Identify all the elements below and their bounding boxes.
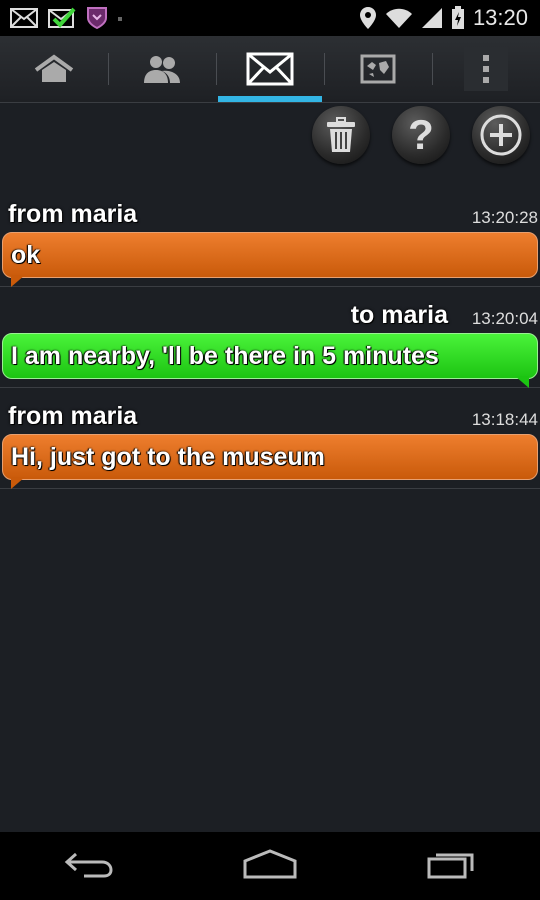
shield-icon [87,7,107,30]
overflow-menu-button[interactable] [464,47,508,91]
home-nav-icon [243,848,297,878]
message-time: 13:18:44 [471,410,538,429]
bubble-tail [515,376,529,388]
message-bubble-incoming[interactable]: ok [2,232,538,287]
svg-text:?: ? [408,115,434,155]
bubble-tail [11,477,25,489]
add-button[interactable] [472,106,530,164]
wifi-icon [385,8,412,28]
battery-icon [451,6,464,29]
tab-map[interactable] [324,36,432,102]
tab-home[interactable] [0,36,108,102]
message-text: ok [11,240,41,269]
navigation-bar [0,832,540,900]
message-text: Hi, just got to the museum [11,442,325,471]
message-bubble-outgoing[interactable]: I am nearby, 'll be there in 5 minutes [2,333,538,388]
map-icon [360,54,396,84]
tab-bar [0,36,540,103]
message-time: 13:20:28 [471,208,538,227]
status-bar: 13:20 [0,0,540,36]
message-text: I am nearby, 'll be there in 5 minutes [11,341,439,370]
help-icon: ? [408,115,434,155]
help-button[interactable]: ? [392,106,450,164]
mail-icon [10,8,38,28]
home-nav-button[interactable] [242,848,298,884]
message-bubble-incoming[interactable]: Hi, just got to the museum [2,434,538,489]
action-bar: ? [312,106,540,170]
message-item[interactable]: to maria 13:20:04 I am nearby, 'll be th… [0,293,540,388]
contacts-icon [144,56,180,83]
tab-messages[interactable] [216,36,324,102]
message-item[interactable]: from maria 13:18:44 Hi, just got to the … [0,394,540,489]
bubble-tail [11,275,25,287]
overflow-menu-icon [483,55,489,83]
message-sender: from maria [8,402,138,430]
recents-icon [427,853,474,878]
trash-icon [327,117,355,152]
back-icon [64,852,113,877]
message-list: from maria 13:20:28 ok to maria 13:20:04… [0,192,540,495]
recents-button[interactable] [426,849,476,884]
location-icon [359,7,376,29]
message-time: 13:20:04 [471,309,538,328]
signal-icon [421,8,442,28]
message-recipient: to maria [350,301,448,329]
tab-menu[interactable] [432,36,540,102]
home-icon [34,54,74,82]
back-button[interactable] [64,850,114,883]
status-time: 13:20 [472,5,528,30]
message-item[interactable]: from maria 13:20:28 ok [0,192,540,287]
add-icon [480,114,522,156]
mail-check-icon [48,7,76,28]
envelope-icon [246,52,294,86]
message-sender: from maria [8,200,138,228]
notification-dot-icon [118,17,122,21]
tab-contacts[interactable] [108,36,216,102]
delete-button[interactable] [312,106,370,164]
